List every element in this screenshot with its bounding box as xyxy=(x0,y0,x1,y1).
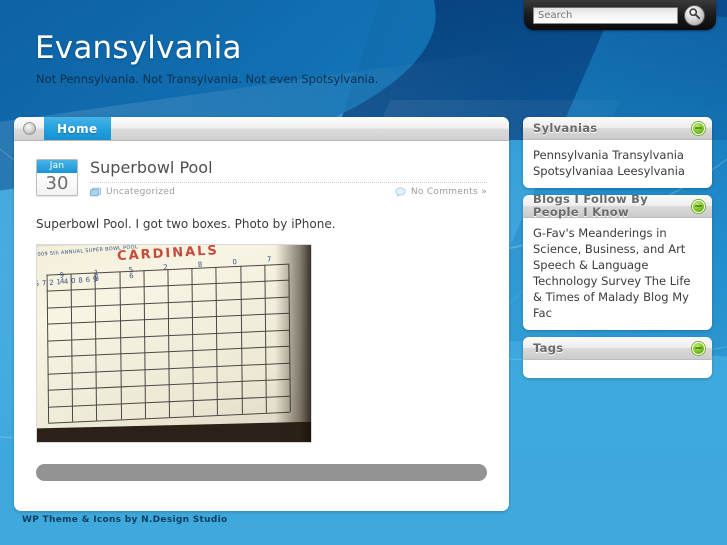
home-circle-icon[interactable] xyxy=(22,122,36,135)
photo-paper-sheet: CARDINALS 2009 5th ANNUAL SUPER BOWL POO… xyxy=(37,245,311,429)
photo-grid-line xyxy=(239,265,243,414)
tab-home[interactable]: Home xyxy=(44,117,111,140)
post-category-label: Uncategorized xyxy=(106,187,176,197)
post-comments-link[interactable]: No Comments » xyxy=(395,187,487,198)
footer-credit: WP Theme & Icons by N.Design Studio xyxy=(22,515,228,525)
home-icon-slot xyxy=(14,117,44,140)
post-header: Jan 30 Superbowl Pool Uncategorized No C… xyxy=(36,158,487,198)
photo-grid-line xyxy=(143,270,146,419)
photo-grid-line xyxy=(167,269,170,418)
green-toggle-icon[interactable] xyxy=(692,199,705,213)
photo-grid-line xyxy=(46,274,50,423)
post-header-right: Superbowl Pool Uncategorized No Comments… xyxy=(90,158,487,198)
sidebar: Sylvanias Pennsylvania Transylvania Spotsy… xyxy=(523,117,712,385)
widget-body xyxy=(523,360,712,378)
widget-body: Pennsylvania Transylvania Spotsylvaniaa L… xyxy=(523,140,712,188)
green-toggle-icon[interactable] xyxy=(692,121,705,135)
post-photo[interactable]: CARDINALS 2009 5th ANNUAL SUPER BOWL POO… xyxy=(36,244,312,443)
content-panel: Home Jan 30 Superbowl Pool Uncategorized… xyxy=(14,117,509,511)
post-meta: Uncategorized No Comments » xyxy=(90,182,487,198)
content-placeholder-bar xyxy=(36,464,487,481)
content-body: Jan 30 Superbowl Pool Uncategorized No C… xyxy=(14,141,509,481)
photo-grid-line xyxy=(119,271,122,420)
nav-tab-bar: Home xyxy=(14,117,509,141)
blog-header: Evansylvania Not Pennsylvania. Not Trans… xyxy=(35,30,505,87)
photo-grid-line xyxy=(215,266,219,416)
blog-tagline: Not Pennsylvania. Not Transylvania. Not … xyxy=(36,72,379,86)
widget-header: Sylvanias xyxy=(523,117,712,140)
folder-icon xyxy=(90,187,101,197)
widget-header: Tags xyxy=(523,337,712,360)
post-body-text: Superbowl Pool. I got two boxes. Photo b… xyxy=(36,217,336,231)
comment-bubble-icon xyxy=(395,187,406,198)
photo-grid-line xyxy=(191,268,195,417)
photo-grid-line xyxy=(94,272,98,421)
post-date-badge: Jan 30 xyxy=(36,159,78,196)
widget-header: Blogs I Follow By People I Know xyxy=(523,195,712,219)
post-date-day: 30 xyxy=(37,173,77,195)
magnifier-icon xyxy=(688,7,701,23)
photo-pool-grid xyxy=(46,263,291,424)
widget-link[interactable]: Pennsylvania Transylvania xyxy=(533,147,702,163)
photo-grid-line xyxy=(264,264,267,413)
widget-title: Blogs I Follow By People I Know xyxy=(533,195,649,219)
search-input[interactable] xyxy=(533,6,678,24)
post-title[interactable]: Superbowl Pool xyxy=(90,158,487,178)
post-category-link[interactable]: Uncategorized xyxy=(90,187,175,197)
widget-body: G-Fav's Meanderings in Science, Business… xyxy=(523,218,712,330)
sidebar-widget: Blogs I Follow By People I Know G-Fav's M… xyxy=(523,195,712,330)
green-toggle-icon[interactable] xyxy=(692,341,705,355)
widget-link[interactable]: G-Fav's Meanderings in Science, Business… xyxy=(533,225,702,321)
widget-title: Sylvanias xyxy=(533,120,598,135)
blog-title[interactable]: Evansylvania xyxy=(35,30,505,66)
widget-title: Tags xyxy=(533,340,564,355)
search-submit-button[interactable] xyxy=(684,4,705,26)
post-comments-label: No Comments » xyxy=(410,187,487,197)
search-bar xyxy=(524,0,716,30)
widget-link[interactable]: Spotsylvaniaa Leesylvania xyxy=(533,163,702,179)
photo-shadow xyxy=(275,245,311,442)
sidebar-widget: Tags xyxy=(523,337,712,378)
photo-grid-line xyxy=(70,273,74,422)
sidebar-widget: Sylvanias Pennsylvania Transylvania Spotsy… xyxy=(523,117,712,188)
post-date-month: Jan xyxy=(37,160,77,173)
